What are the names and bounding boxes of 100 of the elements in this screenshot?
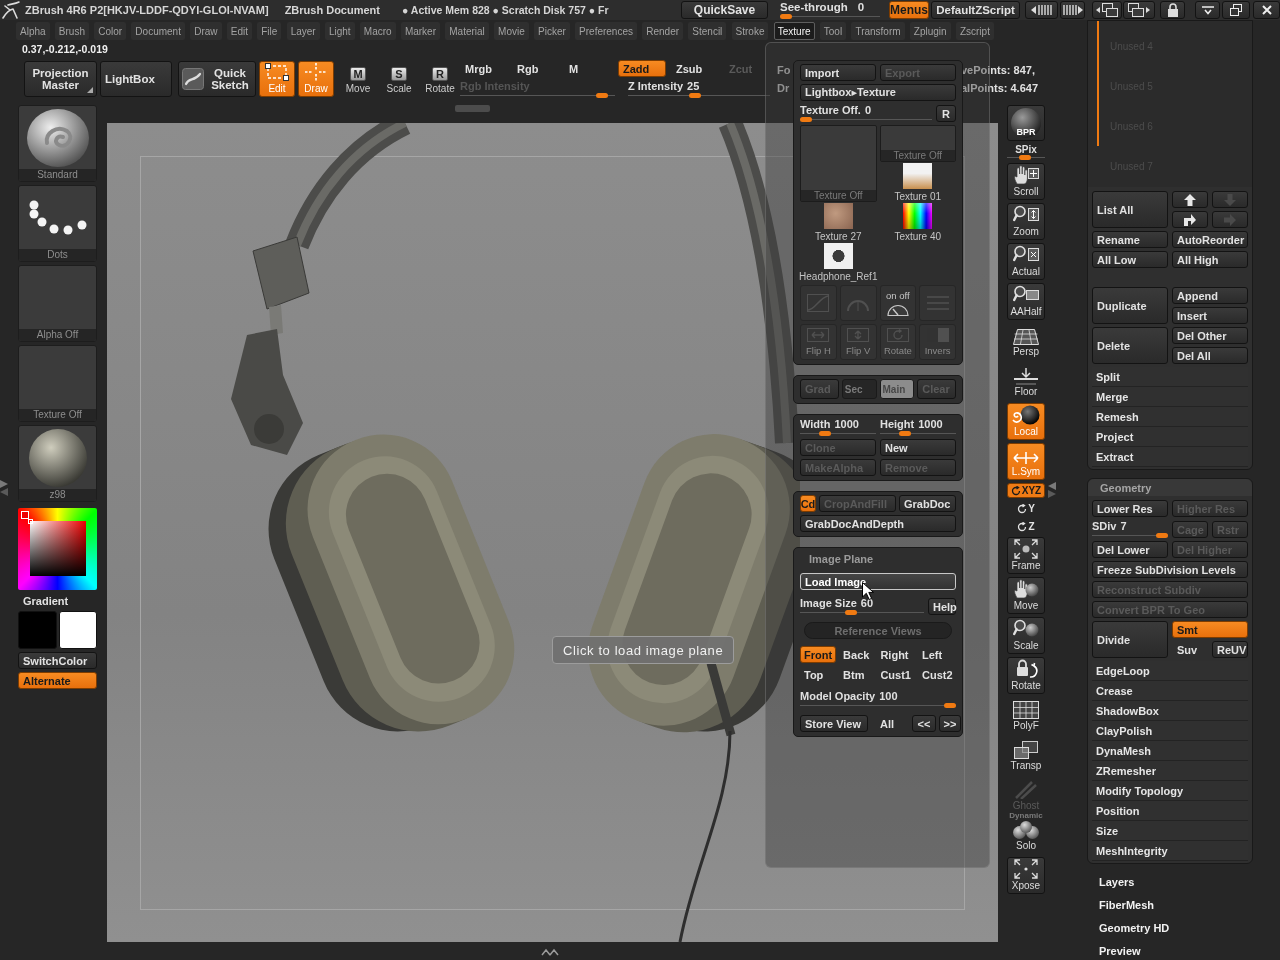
alpha-button[interactable]: Alpha Off (18, 265, 97, 342)
slider-thumb[interactable] (1018, 155, 1031, 160)
scale-button[interactable]: S Scale (382, 61, 416, 97)
move-button[interactable]: M Move (341, 61, 375, 97)
menu-item[interactable]: Light (324, 22, 355, 40)
slider-thumb[interactable] (689, 93, 702, 98)
geometry-button[interactable]: Divide (1092, 621, 1168, 658)
slider-thumb[interactable] (780, 14, 792, 19)
rotate-button[interactable]: Rotate (1007, 657, 1045, 694)
rotate-xyz-button[interactable]: XYZ (1007, 483, 1045, 498)
material-button[interactable]: z98 (18, 425, 97, 502)
menu-item[interactable]: Stencil (688, 22, 727, 40)
frame-button[interactable]: Frame (1007, 537, 1045, 574)
brush-button[interactable]: Standard (18, 105, 97, 182)
grab-button[interactable]: GrabDocAndDepth (800, 515, 956, 532)
slider-track[interactable] (800, 117, 932, 122)
menu-item[interactable]: Brush (54, 22, 89, 40)
view-toggle[interactable]: Front (800, 646, 837, 663)
texture-thumbnail[interactable]: Texture 27 (800, 205, 877, 242)
menu-item[interactable]: Render (642, 22, 684, 40)
geometry-button[interactable]: Smt (1172, 621, 1248, 638)
subtool-button[interactable]: AutoReorder (1172, 231, 1248, 248)
view-toggle[interactable]: Cust1 (876, 666, 915, 683)
script-button[interactable]: DefaultZScript (931, 1, 1020, 19)
palette-header[interactable]: Layers (1099, 876, 1135, 888)
window-layout-button[interactable] (1092, 1, 1122, 19)
alternate-toggle[interactable]: Alternate (18, 672, 97, 689)
reset-button[interactable]: R (936, 105, 956, 122)
switch-color-button[interactable]: SwitchColor (18, 652, 97, 669)
subtool-button[interactable]: Del Other (1172, 327, 1248, 344)
menu-item[interactable]: Layer (286, 22, 320, 40)
geometry-toggle[interactable]: Suv (1172, 641, 1208, 658)
channel-toggle[interactable]: Rgb (512, 60, 562, 77)
subtool-button[interactable]: List All (1092, 191, 1168, 228)
slider-thumb[interactable] (800, 117, 812, 122)
menu-item[interactable]: Material (445, 22, 489, 40)
texture-tool-button[interactable]: on off (879, 285, 917, 321)
tray-left-button[interactable] (1025, 1, 1058, 19)
close-button[interactable] (1253, 1, 1280, 19)
window-layout-button[interactable] (1123, 1, 1155, 19)
slider-track[interactable] (800, 703, 956, 708)
grab-button[interactable]: Cd (800, 495, 816, 512)
menu-item[interactable]: Movie (494, 22, 529, 40)
view-toggle[interactable]: Right (876, 646, 915, 663)
transparency-toggle[interactable]: Transp (1007, 737, 1045, 774)
slider-thumb[interactable] (844, 610, 857, 615)
rotate-button[interactable]: R Rotate (423, 61, 457, 97)
scale-button[interactable]: Scale (1007, 617, 1045, 654)
palette-title[interactable]: Geometry (1088, 479, 1252, 496)
lightbox-texture-button[interactable]: Lightbox▸Texture (800, 84, 956, 101)
restore-button[interactable] (1222, 1, 1250, 19)
view-toggle[interactable]: Top (800, 666, 837, 683)
texture-thumbnail[interactable]: Texture Off (879, 125, 956, 162)
color-picker[interactable] (18, 508, 97, 590)
stroke-button[interactable]: Dots (18, 185, 97, 262)
gradient-toggle[interactable]: Gradient (18, 594, 97, 608)
subtool-button[interactable]: Append (1172, 287, 1248, 304)
subtool-button[interactable]: Rename (1092, 231, 1168, 248)
menu-item[interactable]: Tool (819, 22, 847, 40)
subtool-button[interactable]: Duplicate (1092, 287, 1168, 324)
view-toggle[interactable]: Left (917, 646, 957, 663)
geometry-button[interactable]: Del Lower (1092, 541, 1168, 558)
menu-item[interactable]: Zscript (955, 22, 994, 40)
geometry-button[interactable]: ReUV (1212, 641, 1248, 658)
menu-item[interactable]: Alpha (16, 22, 50, 40)
palette-header[interactable]: Preview (1099, 945, 1141, 957)
subtool-button[interactable]: All Low (1092, 251, 1168, 268)
menu-item[interactable]: Stroke (731, 22, 769, 40)
list-scrollbar[interactable] (1097, 21, 1099, 146)
menu-item[interactable]: Texture (773, 22, 815, 40)
rotate-z-button[interactable]: Z (1007, 519, 1045, 534)
canvas-handle[interactable] (455, 105, 490, 112)
tray-right-button[interactable] (1060, 1, 1085, 19)
view-toggle[interactable]: Cust2 (917, 666, 957, 683)
lock-button[interactable] (1160, 1, 1185, 19)
geometry-button[interactable]: Freeze SubDivision Levels (1092, 561, 1248, 578)
polyframe-toggle[interactable]: PolyF (1007, 697, 1045, 734)
store-view-button[interactable]: Store View (800, 715, 868, 732)
slider-thumb[interactable] (819, 431, 832, 436)
all-toggle[interactable]: All (871, 715, 903, 732)
view-toggle[interactable]: Btm (839, 666, 874, 683)
texture-button[interactable]: Texture Off (18, 345, 97, 422)
scroll-button[interactable]: Scroll (1007, 163, 1045, 200)
channel-toggle[interactable]: M (564, 60, 614, 77)
texture-action-button[interactable]: New (880, 439, 956, 456)
subtool-button[interactable]: Delete (1092, 327, 1168, 364)
slider-thumb[interactable] (899, 431, 912, 436)
floor-toggle[interactable]: Floor (1007, 363, 1045, 400)
subtool-button[interactable]: Insert (1172, 307, 1248, 324)
texture-thumbnail[interactable]: Texture 40 (879, 205, 956, 242)
sculpt-mode-toggle[interactable]: Zadd (618, 60, 666, 77)
perspective-toggle[interactable]: Persp (1007, 323, 1045, 360)
move-button[interactable]: Move (1007, 577, 1045, 614)
menu-item[interactable]: Color (94, 22, 127, 40)
rotate-y-button[interactable]: Y (1007, 501, 1045, 516)
channel-toggle[interactable]: Mrgb (460, 60, 510, 77)
import-button[interactable]: Import (800, 64, 876, 81)
actual-size-button[interactable]: Actual (1007, 243, 1045, 280)
projection-master-button[interactable]: Projection Master (24, 61, 97, 97)
aa-half-button[interactable]: AAHalf (1007, 283, 1045, 320)
